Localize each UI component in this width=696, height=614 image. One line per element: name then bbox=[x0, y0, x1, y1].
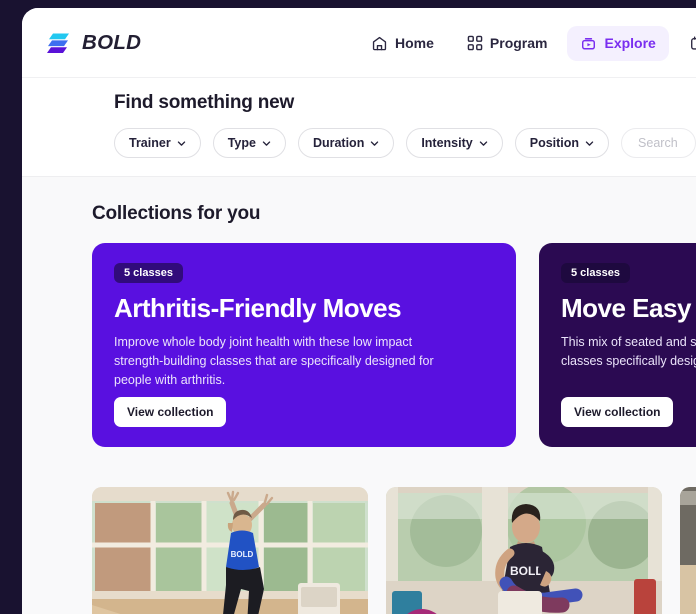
class-thumbnail: BOLD bbox=[386, 487, 662, 614]
nav-label-explore: Explore bbox=[604, 35, 656, 51]
nav-item-program[interactable]: Program bbox=[454, 26, 561, 60]
class-cards-row: BOLD Standing Past live bbox=[92, 487, 696, 614]
nav-item-explore[interactable]: Explore bbox=[567, 25, 669, 61]
play-box-icon bbox=[690, 36, 696, 50]
class-thumbnail: DANCE bbox=[680, 487, 696, 614]
chevron-down-icon bbox=[262, 140, 271, 146]
collection-badge: 5 classes bbox=[561, 263, 630, 283]
class-card[interactable]: DANCE Standing bbox=[680, 487, 696, 614]
filter-duration[interactable]: Duration bbox=[297, 128, 395, 158]
view-collection-button[interactable]: View collection bbox=[114, 397, 227, 427]
collections-section: Collections for you 5 classes Arthritis-… bbox=[22, 177, 696, 447]
collection-card[interactable]: 5 classes Arthritis-Friendly Moves Impro… bbox=[92, 243, 516, 447]
find-title: Find something new bbox=[114, 92, 295, 113]
browser-frame: BOLD Home Program Explore Find something… bbox=[0, 0, 696, 614]
chevron-down-icon bbox=[177, 140, 185, 146]
collection-title: Move Easy with Arthritis bbox=[561, 293, 696, 323]
grid-icon bbox=[467, 35, 483, 51]
nav-item-home[interactable]: Home bbox=[358, 26, 447, 61]
main-nav: Home Program Explore bbox=[358, 8, 696, 78]
filter-position[interactable]: Position bbox=[514, 128, 610, 158]
collections-title: Collections for you bbox=[92, 203, 261, 224]
chevron-down-icon bbox=[371, 140, 379, 146]
find-section: Find something new Trainer Type Duration bbox=[22, 78, 696, 177]
filter-trainer-label: Trainer bbox=[129, 136, 171, 150]
collection-description: This mix of seated and standing low impa… bbox=[561, 335, 696, 368]
view-collection-button[interactable]: View collection bbox=[561, 397, 674, 427]
chevron-down-icon bbox=[585, 140, 594, 146]
home-icon bbox=[372, 36, 387, 50]
collection-card[interactable]: 5 classes Move Easy with Arthritis This … bbox=[539, 243, 696, 447]
search-box[interactable] bbox=[621, 128, 696, 158]
class-card[interactable]: BOLD Standing Past live bbox=[92, 487, 368, 614]
collection-title: Arthritis-Friendly Moves bbox=[114, 293, 402, 323]
nav-label-program: Program bbox=[489, 35, 548, 51]
app-viewport: BOLD Home Program Explore Find something… bbox=[22, 8, 696, 614]
brand-logo[interactable]: BOLD bbox=[45, 30, 141, 56]
nav-label-home: Home bbox=[395, 35, 434, 51]
svg-text:BOLD: BOLD bbox=[231, 550, 254, 559]
filter-intensity[interactable]: Intensity bbox=[406, 128, 503, 158]
bold-logo-icon bbox=[47, 33, 69, 53]
brand-name: BOLD bbox=[82, 30, 142, 54]
search-input[interactable] bbox=[638, 136, 679, 150]
collections-row: 5 classes Arthritis-Friendly Moves Impro… bbox=[92, 243, 696, 447]
app-header: BOLD Home Program Explore bbox=[22, 8, 696, 78]
filter-type[interactable]: Type bbox=[212, 128, 286, 158]
class-thumbnail: BOLD bbox=[92, 487, 368, 614]
video-box-icon bbox=[582, 37, 596, 49]
filter-intensity-label: Intensity bbox=[421, 136, 473, 150]
collection-description: Improve whole body joint health with the… bbox=[114, 335, 434, 387]
chevron-down-icon bbox=[479, 140, 487, 146]
filter-row: Trainer Type Duration Intensity Position… bbox=[114, 128, 696, 158]
filter-type-label: Type bbox=[227, 136, 256, 150]
nav-item-live-classes[interactable]: Live classes bbox=[676, 26, 696, 61]
filter-position-label: Position bbox=[529, 136, 580, 150]
filter-duration-label: Duration bbox=[312, 136, 365, 150]
class-card[interactable]: BOLD Sitting Past live bbox=[386, 487, 662, 614]
collection-badge: 5 classes bbox=[114, 263, 183, 283]
filter-trainer[interactable]: Trainer bbox=[114, 128, 201, 158]
